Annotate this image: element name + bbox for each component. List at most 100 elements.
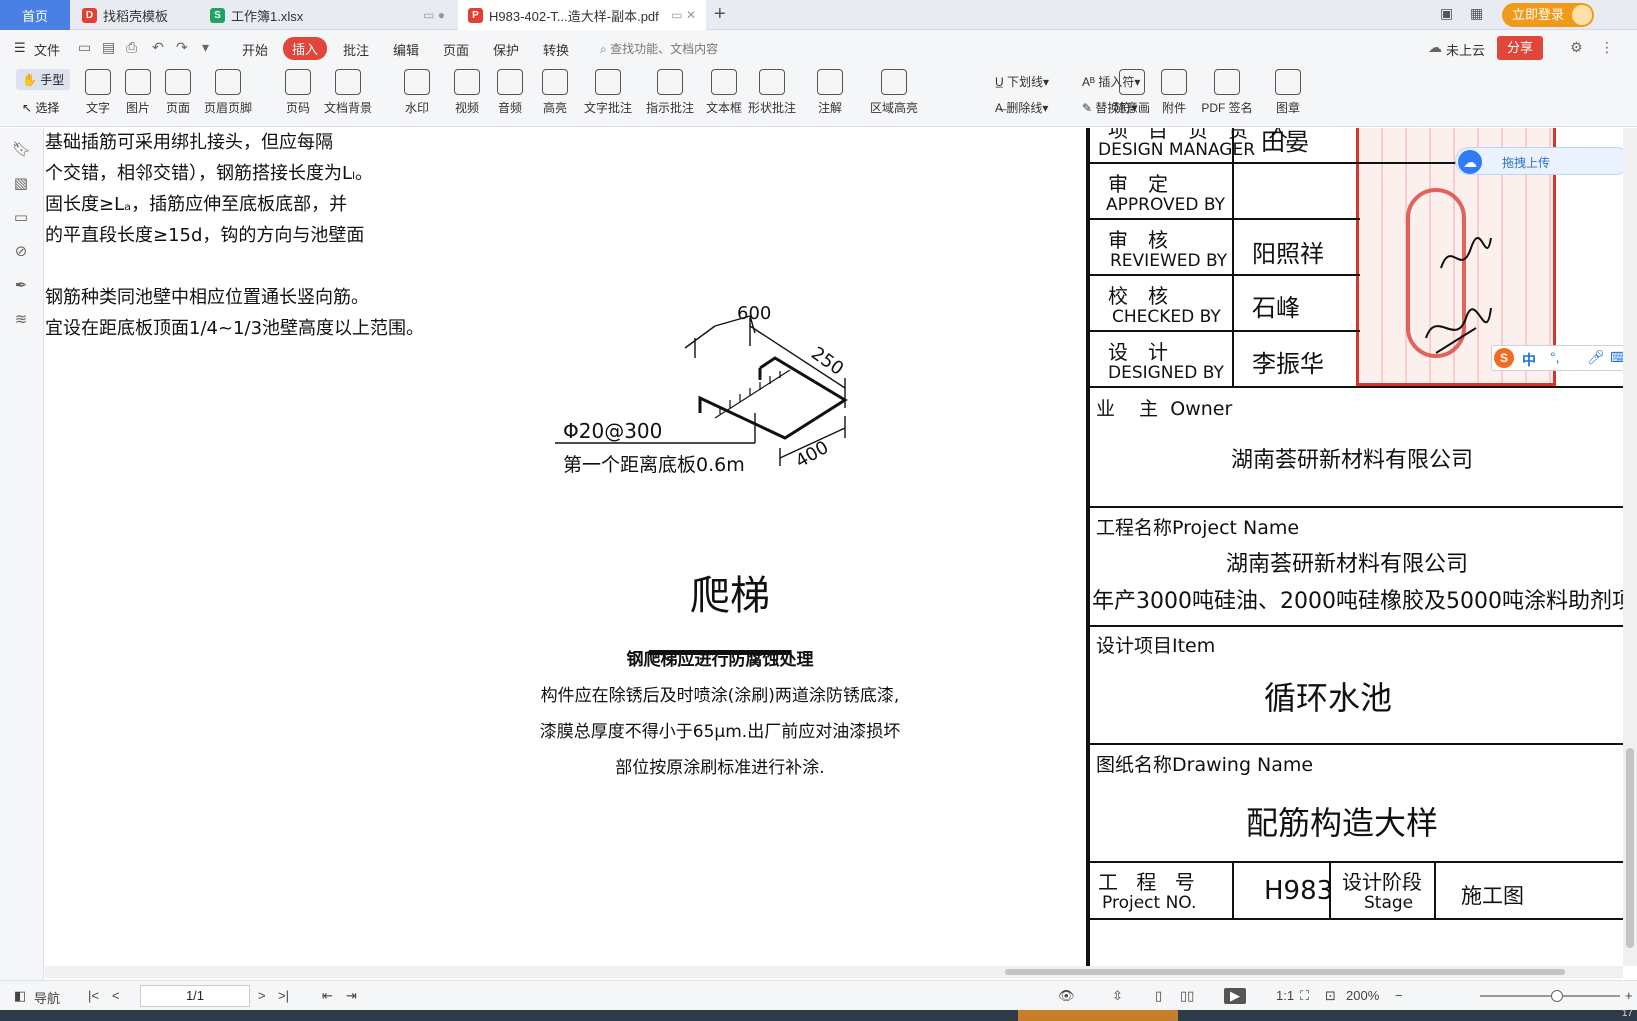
ribbon-button-label: 附件	[1161, 101, 1186, 115]
layout-icon[interactable]: ▣	[1440, 5, 1453, 22]
next-page-icon[interactable]: >	[258, 988, 266, 1003]
menu-page[interactable]: 页面	[443, 40, 469, 59]
bookmark-icon[interactable]: 🔖︎	[12, 140, 31, 158]
scroll-mode-icon[interactable]: ⇳	[1112, 988, 1123, 1004]
prev-page-icon[interactable]: <	[112, 988, 120, 1003]
zoom-slider-knob[interactable]	[1551, 990, 1563, 1002]
attachment-icon[interactable]: ⊘	[12, 242, 30, 260]
fit-page-icon[interactable]: ⛶	[1300, 988, 1309, 1004]
layers-icon[interactable]: ≋	[12, 310, 30, 328]
microphone-icon[interactable]: 🎤︎	[1587, 349, 1605, 366]
attachment-icon	[1161, 69, 1187, 95]
menu-comment[interactable]: 批注	[343, 40, 369, 59]
first-distance-label: 第一个距离底板0.6m	[563, 454, 745, 476]
strike-button[interactable]: A̶ 删除线▾	[995, 99, 1048, 116]
last-page-icon[interactable]: >|	[278, 988, 289, 1003]
project-no-cn: 工 程 号	[1098, 870, 1201, 894]
single-page-icon[interactable]: ▯	[1155, 988, 1162, 1004]
more-icon[interactable]: ⋮	[1600, 39, 1614, 56]
ime-language[interactable]: 中	[1522, 350, 1536, 370]
menu-protect[interactable]: 保护	[493, 40, 519, 59]
settings-icon[interactable]: ⚙	[1570, 39, 1583, 56]
drag-upload-widget[interactable]: ☁ 拖拽上传	[1455, 147, 1630, 175]
page-number-field[interactable]: 1/1	[140, 985, 250, 1007]
dropdown-icon[interactable]: ▾	[202, 39, 209, 56]
ribbon-button[interactable]: 附件	[1144, 69, 1204, 116]
login-button[interactable]: 立即登录	[1502, 3, 1595, 27]
vertical-scrollbar[interactable]	[1623, 128, 1637, 966]
tab-xlsx-close-icon[interactable]: ▭ ●	[423, 8, 445, 22]
zoom-out-icon[interactable]: −	[1395, 988, 1403, 1003]
punctuation-icon[interactable]: °,	[1550, 349, 1560, 365]
nav-label[interactable]: 导航	[34, 988, 60, 1007]
menu-insert[interactable]: 插入	[283, 37, 328, 60]
taskbar-active-app[interactable]	[1018, 1010, 1178, 1021]
ribbon-button-label: 页面	[165, 101, 190, 115]
rebar-spec-label: Φ20@300	[563, 419, 662, 443]
first-page-icon[interactable]: |<	[88, 988, 99, 1003]
zoom-slider[interactable]	[1480, 990, 1620, 1002]
play-icon[interactable]: ▶	[1224, 988, 1246, 1004]
underline-button[interactable]: U̲ 下划线▾	[995, 73, 1049, 90]
select-tool-button[interactable]: ↖ 选择	[22, 99, 59, 116]
tab-home[interactable]: 首页	[0, 0, 70, 30]
tab-template[interactable]: D 找稻壳模板	[72, 0, 197, 30]
vertical-scroll-thumb[interactable]	[1626, 748, 1634, 948]
stage-value: 施工图	[1461, 884, 1524, 908]
fit-width-icon[interactable]: ⊡	[1325, 988, 1336, 1004]
grid-apps-icon[interactable]: ▦	[1470, 5, 1483, 22]
redo-icon[interactable]: ↷	[176, 39, 188, 56]
new-tab-button[interactable]: +	[714, 3, 726, 26]
forward-icon[interactable]: ⇥	[346, 988, 357, 1004]
note-line: 固长度≥Lₐ，插筋应伸至底板底部，并	[45, 194, 348, 215]
ribbon-button[interactable]: 页眉页脚	[198, 69, 258, 116]
nav-panel-icon[interactable]: ◧	[14, 988, 26, 1004]
ribbon-button[interactable]: 文档背景	[318, 69, 378, 116]
ribbon-button[interactable]: 图章	[1258, 69, 1318, 116]
ribbon-button[interactable]: 高亮	[525, 69, 585, 116]
double-page-icon[interactable]: ▯▯	[1180, 988, 1194, 1004]
note-line: 个交错，相邻交错），钢筋搭接长度为Lₗ。	[45, 163, 374, 184]
hand-tool-button[interactable]: ✋ 手型	[16, 69, 71, 90]
zoom-value[interactable]: 200%	[1346, 988, 1379, 1003]
grid-line	[1090, 218, 1360, 220]
menu-convert[interactable]: 转换	[543, 40, 569, 59]
signature-icon[interactable]: ✒	[12, 276, 30, 294]
ribbon-button[interactable]: PDF 签名	[1197, 69, 1257, 116]
eye-protection-icon[interactable]: 👁︎	[1058, 988, 1075, 1004]
tab-pdf-close-icon[interactable]: ▭ ✕	[671, 8, 696, 22]
actual-size-icon[interactable]: 1:1	[1276, 988, 1294, 1003]
comment-icon[interactable]: ▭	[12, 208, 30, 226]
stage-cn: 设计阶段	[1342, 870, 1422, 894]
back-icon[interactable]: ⇤	[322, 988, 333, 1004]
share-button[interactable]: 分享	[1497, 36, 1544, 60]
thumbnail-icon[interactable]: ▧	[12, 174, 30, 192]
os-taskbar: 17	[0, 1008, 1637, 1021]
tab-xlsx[interactable]: S 工作簿1.xlsx ▭ ●	[200, 0, 455, 30]
owner-value: 湖南荟研新材料有限公司	[1231, 448, 1474, 473]
ime-toolbar[interactable]: S 中 °, 🎤︎ ⌨	[1491, 345, 1637, 371]
menu-file[interactable]: 文件	[34, 40, 60, 59]
horizontal-scrollbar[interactable]	[45, 966, 1623, 978]
reviewed-cn: 审核	[1108, 228, 1188, 252]
menu-start[interactable]: 开始	[242, 40, 268, 59]
tab-pdf[interactable]: P H983-402-T...造大样-副本.pdf ▭ ✕	[458, 0, 706, 30]
document-viewport[interactable]: 基础插筋可采用绑扎接头，但应每隔 个交错，相邻交错），钢筋搭接长度为Lₗ。 固长…	[45, 128, 1623, 966]
save-icon[interactable]: ▤	[102, 39, 115, 56]
open-folder-icon[interactable]: ▭	[78, 39, 91, 56]
ribbon-button[interactable]: 形状批注	[742, 69, 802, 116]
ribbon-button[interactable]: 注解	[800, 69, 860, 116]
ribbon-button[interactable]: 文字批注	[578, 69, 638, 116]
print-icon[interactable]: ⎙	[126, 39, 137, 56]
hamburger-icon[interactable]: ☰	[14, 40, 26, 56]
undo-icon[interactable]: ↶	[152, 39, 164, 56]
zoom-in-icon[interactable]: +	[1625, 988, 1633, 1003]
search-input[interactable]: ⌕ 查找功能、文档内容	[600, 40, 718, 57]
project-no-value: H983	[1264, 876, 1334, 906]
cloud-status[interactable]: 未上云	[1446, 40, 1485, 59]
menu-edit[interactable]: 编辑	[393, 40, 419, 59]
title-block-border	[1086, 128, 1090, 966]
ribbon-button[interactable]: 区域高亮	[864, 69, 924, 116]
ribbon-button[interactable]: 指示批注	[640, 69, 700, 116]
horizontal-scroll-thumb[interactable]	[1005, 969, 1565, 975]
